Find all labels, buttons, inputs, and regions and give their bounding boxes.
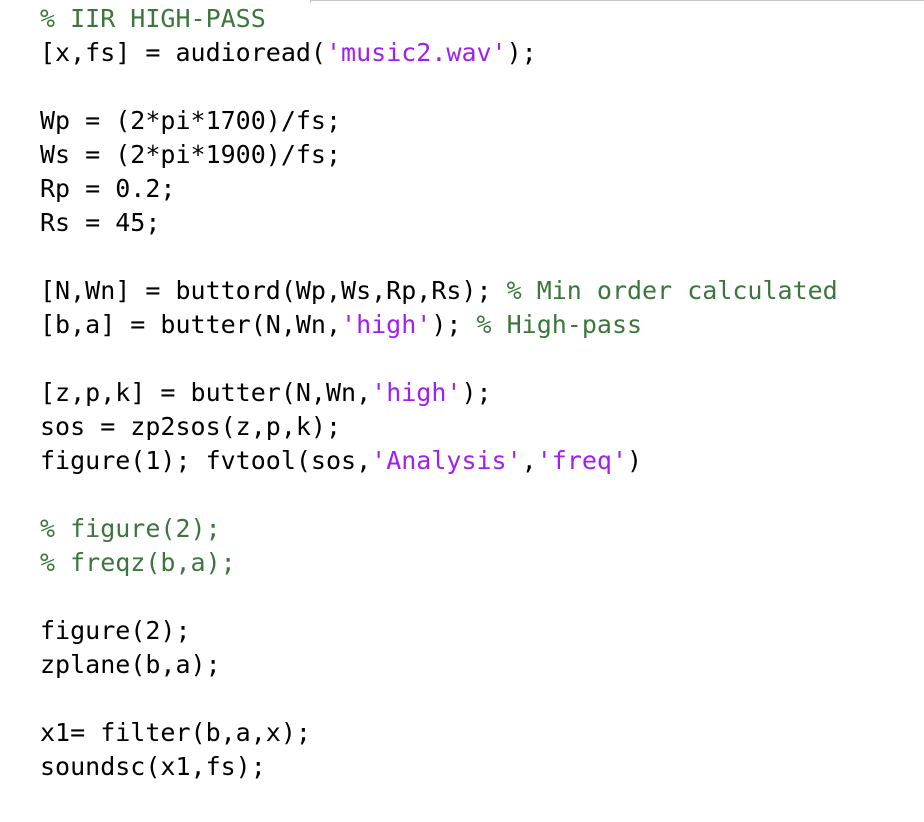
code-line[interactable]: [b,a] = butter(N,Wn,'high'); % High-pass — [40, 308, 920, 342]
blank-line[interactable] — [40, 580, 920, 614]
code-token: Ws = (2*pi*1900)/fs; — [40, 140, 342, 169]
code-line[interactable]: % IIR HIGH-PASS — [40, 2, 920, 36]
code-token: Rs = 45; — [40, 208, 161, 237]
code-token: [b,a] = butter(N,Wn, — [40, 310, 342, 339]
code-line[interactable]: Wp = (2*pi*1700)/fs; — [40, 104, 920, 138]
code-line[interactable]: Rp = 0.2; — [40, 172, 920, 206]
code-token: ); — [431, 310, 477, 339]
comment-text: % IIR HIGH-PASS — [40, 4, 266, 33]
code-line[interactable]: % figure(2); — [40, 512, 920, 546]
code-token: x1= filter(b,a,x); — [40, 718, 311, 747]
code-token: ) — [627, 446, 643, 475]
comment-text: % High-pass — [476, 310, 643, 339]
code-token: ); — [461, 378, 492, 407]
code-token: [x,fs] = audioread( — [40, 38, 326, 67]
code-token: figure(1); fvtool(sos, — [40, 446, 372, 475]
editor-top-border — [310, 0, 924, 1]
code-line[interactable]: sos = zp2sos(z,p,k); — [40, 410, 920, 444]
blank-line[interactable] — [40, 70, 920, 104]
string-literal: 'Analysis' — [371, 446, 522, 475]
comment-text: % freqz(b,a); — [40, 548, 236, 577]
code-line[interactable]: [z,p,k] = butter(N,Wn,'high'); — [40, 376, 920, 410]
code-token: figure(2); — [40, 616, 191, 645]
code-token: Wp = (2*pi*1700)/fs; — [40, 106, 342, 135]
code-token: , — [521, 446, 537, 475]
code-editor[interactable]: % IIR HIGH-PASS [x,fs] = audioread('music… — [40, 2, 920, 784]
code-line[interactable]: x1= filter(b,a,x); — [40, 716, 920, 750]
string-literal: 'music2.wav' — [325, 38, 507, 67]
code-line[interactable]: figure(2); — [40, 614, 920, 648]
code-line[interactable]: zplane(b,a); — [40, 648, 920, 682]
blank-line[interactable] — [40, 682, 920, 716]
code-token: [z,p,k] = butter(N,Wn, — [40, 378, 372, 407]
code-line[interactable]: soundsc(x1,fs); — [40, 750, 920, 784]
code-line[interactable]: figure(1); fvtool(sos,'Analysis','freq') — [40, 444, 920, 478]
string-literal: 'high' — [341, 310, 432, 339]
code-line[interactable]: % freqz(b,a); — [40, 546, 920, 580]
code-line[interactable]: [x,fs] = audioread('music2.wav'); — [40, 36, 920, 70]
code-line[interactable]: [N,Wn] = buttord(Wp,Ws,Rp,Rs); % Min ord… — [40, 274, 920, 308]
blank-line[interactable] — [40, 240, 920, 274]
code-token: [N,Wn] = buttord(Wp,Ws,Rp,Rs); — [40, 276, 507, 305]
code-token: sos = zp2sos(z,p,k); — [40, 412, 342, 441]
code-token: Rp = 0.2; — [40, 174, 176, 203]
code-token: zplane(b,a); — [40, 650, 221, 679]
blank-line[interactable] — [40, 478, 920, 512]
string-literal: 'freq' — [536, 446, 628, 475]
blank-line[interactable] — [40, 342, 920, 376]
code-line[interactable]: Ws = (2*pi*1900)/fs; — [40, 138, 920, 172]
comment-text: % Min order calculated — [506, 276, 838, 305]
string-literal: 'high' — [371, 378, 462, 407]
comment-text: % figure(2); — [40, 514, 221, 543]
code-token: ); — [506, 38, 537, 67]
code-line[interactable]: Rs = 45; — [40, 206, 920, 240]
code-token: soundsc(x1,fs); — [40, 752, 266, 781]
